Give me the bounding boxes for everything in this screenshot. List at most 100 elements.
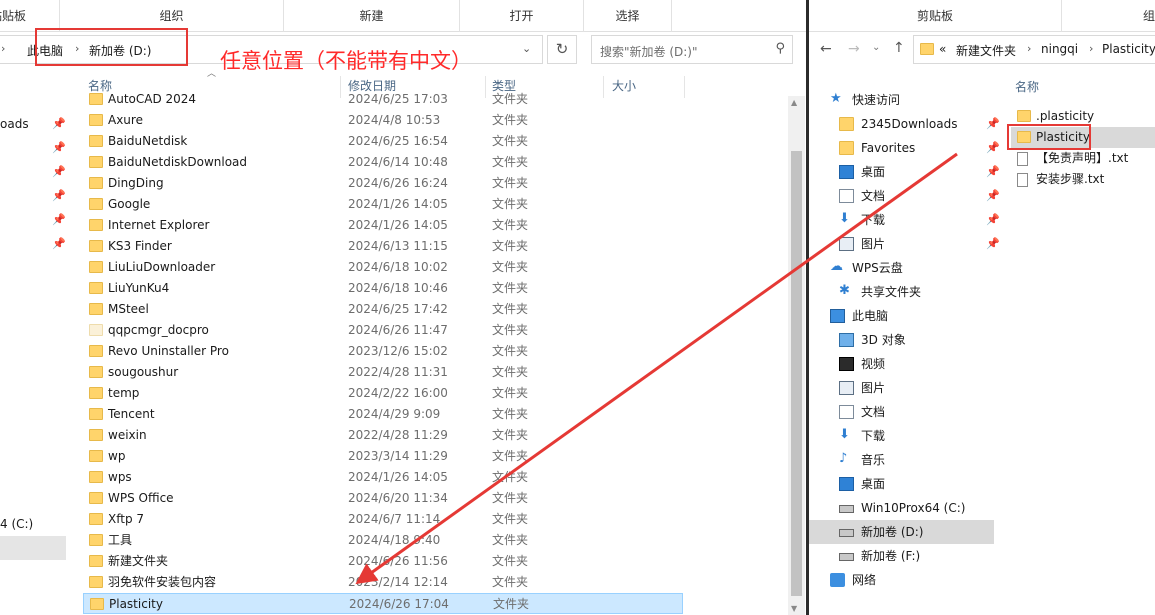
nav-item[interactable]: 📌 [0, 136, 80, 160]
nav-item[interactable]: Win10Prox64 (C:) [838, 496, 1013, 520]
document-icon [839, 405, 854, 419]
nav-item[interactable]: ☁ WPS云盘 [829, 256, 1004, 280]
chevron-right-icon[interactable]: › [1089, 42, 1093, 55]
nav-item[interactable]: ✱ 共享文件夹 [838, 280, 1013, 304]
file-row[interactable]: 【免责声明】.txt [1011, 148, 1155, 169]
nav-item[interactable]: 2345Downloads 📌 [838, 112, 1013, 136]
nav-item[interactable]: 图片 [838, 376, 1013, 400]
ribbon-select[interactable]: 选择 [584, 0, 672, 32]
nav-item[interactable]: 视频 [838, 352, 1013, 376]
refresh-button[interactable]: ↻ [547, 35, 577, 64]
file-row[interactable]: temp 2024/2/22 16:00 文件夹 [83, 383, 683, 404]
nav-item-drive-c[interactable]: 4 (C:) [0, 512, 80, 536]
nav-item-label: 2345Downloads [861, 117, 958, 131]
nav-item-label: 共享文件夹 [861, 285, 922, 299]
file-date: 2024/6/26 17:04 [349, 597, 449, 611]
search-input[interactable]: 搜索"新加卷 (D:)" ⚲ [591, 35, 793, 64]
file-row-selected[interactable]: Plasticity 2024/6/26 17:04 文件夹 [83, 593, 683, 614]
file-row[interactable]: Tencent 2024/4/29 9:09 文件夹 [83, 404, 683, 425]
file-row[interactable]: KS3 Finder 2024/6/13 11:15 文件夹 [83, 236, 683, 257]
ribbon-clipboard[interactable]: 剪贴板 [809, 0, 1062, 32]
file-name: 安装步骤.txt [1036, 172, 1105, 186]
file-date: 2024/4/29 9:09 [348, 407, 441, 421]
cloud-icon: ☁ [830, 259, 843, 274]
nav-item-label: 文档 [861, 189, 886, 203]
file-row[interactable]: 新建文件夹 2024/6/26 11:56 文件夹 [83, 551, 683, 572]
file-row[interactable]: Revo Uninstaller Pro 2023/12/6 15:02 文件夹 [83, 341, 683, 362]
nav-item[interactable]: ★ 快速访问 [829, 88, 1004, 112]
breadcrumb-item[interactable]: ningqi [1041, 42, 1078, 56]
file-row[interactable]: 安装步骤.txt [1011, 169, 1155, 190]
nav-item[interactable]: 桌面 📌 [838, 160, 1013, 184]
file-row[interactable]: Internet Explorer 2024/1/26 14:05 文件夹 [83, 215, 683, 236]
nav-item[interactable]: 📌 [0, 208, 80, 232]
file-name: Plasticity [109, 597, 163, 611]
folder-icon [89, 450, 103, 462]
nav-item[interactable]: ♪ 音乐 [838, 448, 1013, 472]
file-list: AutoCAD 2024 2024/6/25 17:03 文件夹 Axure 2024/… [83, 90, 783, 615]
file-name: LiuYunKu4 [108, 281, 170, 295]
breadcrumb-item[interactable]: 新建文件夹 [956, 42, 1016, 59]
file-date: 2023/3/14 11:29 [348, 449, 448, 463]
nav-item[interactable]: 桌面 [838, 472, 1013, 496]
chevron-right-icon[interactable]: › [1027, 42, 1031, 55]
scroll-up-icon[interactable]: ▲ [791, 98, 797, 107]
file-row[interactable]: 羽免软件安装包内容 2023/2/14 12:14 文件夹 [83, 572, 683, 593]
file-row[interactable]: BaiduNetdiskDownload 2024/6/14 10:48 文件夹 [83, 152, 683, 173]
file-row[interactable]: 工具 2024/4/18 9:40 文件夹 [83, 530, 683, 551]
folder-icon [89, 156, 103, 168]
file-row[interactable]: Google 2024/1/26 14:05 文件夹 [83, 194, 683, 215]
breadcrumb-overflow[interactable]: « [939, 42, 946, 56]
up-icon[interactable]: ↑ [893, 40, 905, 56]
file-row[interactable]: WPS Office 2024/6/20 11:34 文件夹 [83, 488, 683, 509]
file-row[interactable]: MSteel 2024/6/25 17:42 文件夹 [83, 299, 683, 320]
ribbon-organize[interactable]: 组 [1062, 0, 1155, 32]
chevron-down-icon[interactable]: ⌄ [522, 42, 531, 55]
file-row[interactable]: LiuYunKu4 2024/6/18 10:46 文件夹 [83, 278, 683, 299]
file-row[interactable]: qqpcmgr_docpro 2024/6/26 11:47 文件夹 [83, 320, 683, 341]
file-row[interactable]: wps 2024/1/26 14:05 文件夹 [83, 467, 683, 488]
scrollbar-thumb[interactable] [791, 151, 802, 596]
file-type: 文件夹 [492, 554, 529, 568]
ribbon-new[interactable]: 新建 [284, 0, 460, 32]
file-row[interactable]: DingDing 2024/6/26 16:24 文件夹 [83, 173, 683, 194]
file-row[interactable]: BaiduNetdisk 2024/6/25 16:54 文件夹 [83, 131, 683, 152]
scroll-down-icon[interactable]: ▼ [791, 604, 797, 613]
nav-item[interactable]: 此电脑 [829, 304, 1004, 328]
file-row[interactable]: weixin 2022/4/28 11:29 文件夹 [83, 425, 683, 446]
nav-item[interactable]: 文档 📌 [838, 184, 1013, 208]
vertical-scrollbar[interactable]: ▲ ▼ [788, 96, 805, 615]
back-icon[interactable]: ← [820, 41, 832, 57]
file-row[interactable]: wp 2023/3/14 11:29 文件夹 [83, 446, 683, 467]
file-name: BaiduNetdisk [108, 134, 188, 148]
nav-item[interactable]: Favorites 📌 [838, 136, 1013, 160]
nav-item[interactable]: ⬇ 下载 📌 [838, 208, 1013, 232]
nav-item[interactable]: 文档 [838, 400, 1013, 424]
nav-item[interactable]: oads 📌 [0, 112, 80, 136]
nav-item[interactable]: 📌 [0, 160, 80, 184]
address-bar[interactable]: « 新建文件夹 › ningqi › Plasticity [913, 35, 1155, 64]
forward-icon[interactable]: → [848, 41, 860, 57]
nav-item-selected[interactable] [0, 536, 66, 560]
file-date: 2024/6/20 11:34 [348, 491, 448, 505]
nav-item[interactable]: 3D 对象 [838, 328, 1013, 352]
file-row[interactable]: Xftp 7 2024/6/7 11:14 文件夹 [83, 509, 683, 530]
file-date: 2024/6/26 16:24 [348, 176, 448, 190]
nav-item[interactable]: 📌 [0, 232, 80, 256]
navigation-pane: oads 📌 📌 📌 📌 📌 📌 4 (C:) [0, 68, 80, 615]
nav-item[interactable]: 📌 [0, 184, 80, 208]
file-row[interactable]: sougoushur 2022/4/28 11:31 文件夹 [83, 362, 683, 383]
nav-item[interactable]: 网络 [829, 568, 1004, 592]
ribbon-open[interactable]: 打开 [460, 0, 584, 32]
nav-item[interactable]: ⬇ 下载 [838, 424, 1013, 448]
nav-item[interactable]: 新加卷 (F:) [838, 544, 1013, 568]
breadcrumb-item[interactable]: Plasticity [1102, 42, 1155, 56]
nav-item[interactable]: 新加卷 (D:) [809, 520, 994, 544]
file-row[interactable]: AutoCAD 2024 2024/6/25 17:03 文件夹 [83, 90, 683, 110]
chevron-down-icon[interactable]: ⌄ [872, 42, 880, 53]
video-icon [839, 357, 854, 371]
file-row[interactable]: Axure 2024/4/8 10:53 文件夹 [83, 110, 683, 131]
file-row[interactable]: LiuLiuDownloader 2024/6/18 10:02 文件夹 [83, 257, 683, 278]
nav-item[interactable]: 图片 📌 [838, 232, 1013, 256]
column-header-name[interactable]: 名称 [1015, 77, 1039, 97]
